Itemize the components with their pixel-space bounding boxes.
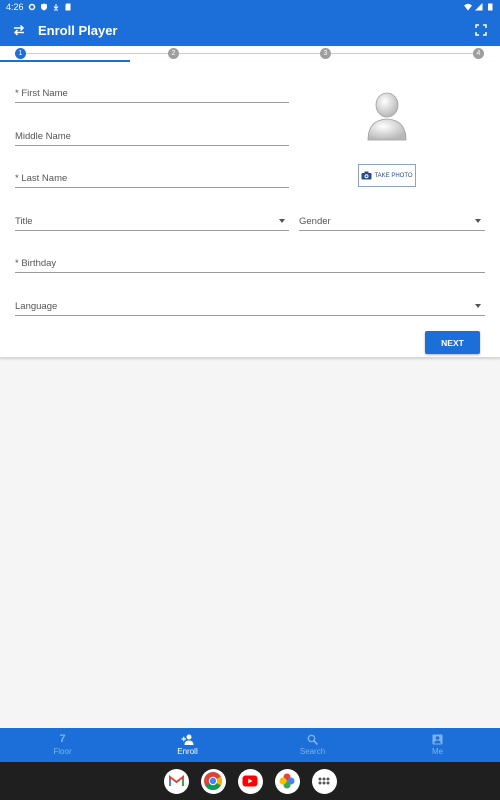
sd-card-icon [65, 3, 71, 11]
nav-item-label: Enroll [177, 747, 198, 756]
chevron-down-icon [279, 219, 285, 223]
download-icon [53, 4, 58, 11]
step-4[interactable]: 4 [473, 48, 484, 59]
nav-item-search[interactable]: Search [250, 728, 375, 762]
photos-icon[interactable] [274, 768, 300, 794]
status-time: 4:26 [6, 2, 24, 12]
nav-item-me[interactable]: Me [375, 728, 500, 762]
swap-icon[interactable] [12, 23, 26, 37]
first-name-field[interactable]: * First Name [15, 81, 289, 103]
take-photo-button[interactable]: TAKE PHOTO [358, 164, 416, 187]
gender-label: Gender [299, 216, 331, 227]
avatar-placeholder-icon [367, 92, 407, 141]
page-title: Enroll Player [38, 22, 118, 38]
shield-icon [40, 3, 47, 11]
search-icon [307, 734, 318, 745]
app-bar: Enroll Player [0, 14, 500, 46]
app-drawer-icon[interactable] [311, 768, 337, 794]
title-select[interactable]: Title [15, 209, 289, 231]
app-dock [0, 762, 500, 800]
account-box-icon [432, 734, 443, 745]
settings-icon [28, 3, 35, 11]
middle-name-field[interactable]: Middle Name [15, 124, 289, 146]
seven-icon: 7 [59, 733, 66, 745]
wifi-icon [464, 3, 472, 11]
step-1[interactable]: 1 [15, 48, 26, 59]
bottom-nav: 7 Floor Enroll Search Me [0, 728, 500, 762]
enroll-form: * First Name Middle Name * Last Name TAK… [0, 62, 500, 358]
language-label: Language [15, 301, 58, 312]
chevron-down-icon [475, 304, 481, 308]
gmail-icon[interactable] [163, 768, 189, 794]
add-person-icon [181, 734, 194, 745]
nav-item-label: Search [299, 747, 326, 756]
title-label: Title [15, 216, 33, 227]
next-button[interactable]: NEXT [425, 331, 480, 354]
chevron-down-icon [475, 219, 481, 223]
nav-item-floor[interactable]: 7 Floor [0, 728, 125, 762]
battery-icon [488, 3, 493, 11]
birthday-field[interactable]: * Birthday [15, 251, 485, 273]
stepper: 1 2 3 4 [0, 46, 500, 62]
step-2[interactable]: 2 [168, 48, 179, 59]
fullscreen-icon[interactable] [474, 23, 488, 37]
youtube-icon[interactable] [237, 768, 263, 794]
stepper-track [20, 53, 480, 54]
last-name-label: * Last Name [15, 173, 68, 184]
nav-item-label: Floor [53, 747, 72, 756]
gender-select[interactable]: Gender [299, 209, 485, 231]
last-name-field[interactable]: * Last Name [15, 166, 289, 188]
status-bar: 4:26 [0, 0, 500, 14]
camera-icon [361, 171, 372, 180]
take-photo-label: TAKE PHOTO [374, 172, 413, 179]
signal-icon [475, 3, 483, 11]
nav-item-enroll[interactable]: Enroll [125, 728, 250, 762]
middle-name-label: Middle Name [15, 131, 71, 142]
step-3[interactable]: 3 [320, 48, 331, 59]
birthday-label: * Birthday [15, 258, 57, 269]
first-name-label: * First Name [15, 88, 68, 99]
language-select[interactable]: Language [15, 294, 485, 316]
nav-item-label: Me [431, 747, 444, 756]
chrome-icon[interactable] [200, 768, 226, 794]
